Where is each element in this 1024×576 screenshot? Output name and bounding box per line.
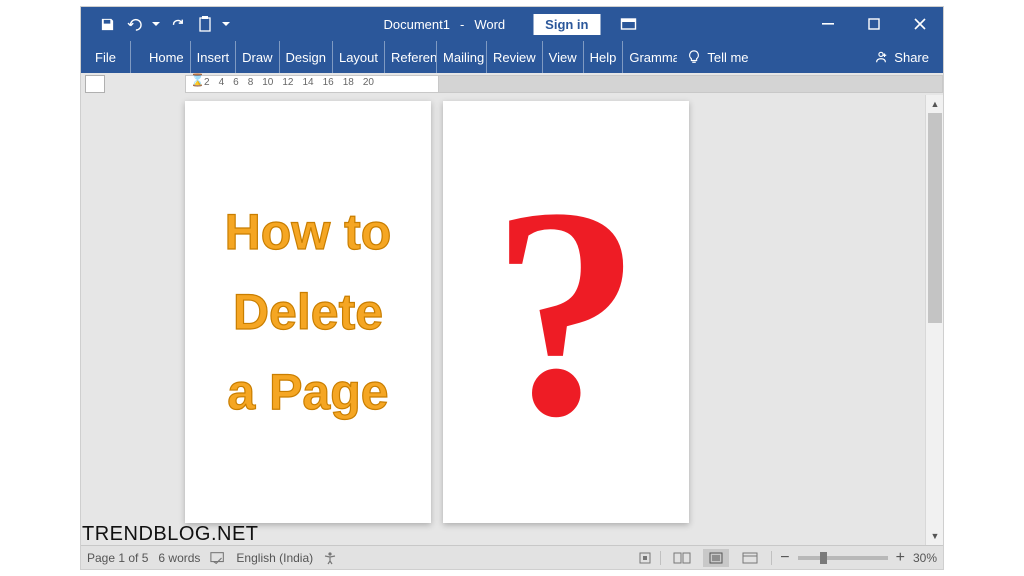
doc-name: Document1 [384, 17, 450, 32]
redo-button[interactable] [165, 12, 189, 36]
read-mode-button[interactable] [669, 549, 695, 567]
scroll-up-button[interactable]: ▲ [926, 95, 943, 113]
scroll-thumb[interactable] [928, 113, 942, 323]
close-button[interactable] [897, 7, 943, 41]
print-layout-button[interactable] [703, 549, 729, 567]
ruler-num: 10 [262, 77, 273, 88]
separator [771, 551, 772, 565]
undo-dropdown[interactable] [151, 12, 161, 36]
ruler-num: 14 [303, 77, 314, 88]
weblayout-icon [742, 552, 758, 564]
macro-icon [638, 551, 652, 565]
ruler-inactive [439, 75, 943, 93]
scroll-down-button[interactable]: ▼ [926, 527, 943, 545]
question-mark-icon: ? [491, 177, 641, 447]
printlayout-icon [708, 552, 724, 564]
ruler-num: 18 [343, 77, 354, 88]
page-line: a Page [225, 352, 392, 432]
tab-review[interactable]: Review [487, 41, 543, 73]
horizontal-ruler[interactable]: ⌛ 2 4 6 8 10 12 14 16 18 20 [185, 75, 439, 93]
ruler-num: 20 [363, 77, 374, 88]
quick-access-toolbar [81, 12, 231, 36]
ruler-num: 2 [204, 77, 210, 88]
zoom-slider[interactable] [798, 556, 888, 560]
page-number-indicator[interactable]: Page 1 of 5 [87, 551, 148, 565]
page-line: Delete [225, 272, 392, 352]
tell-me-search[interactable]: Tell me [677, 41, 758, 73]
page-spread: How to Delete a Page ? [185, 101, 689, 523]
zoom-in-button[interactable]: + [896, 549, 905, 567]
ribbon-tabs: File Home Insert Draw Design Layout Refe… [81, 41, 943, 73]
spellcheck-icon [210, 551, 226, 565]
undo-button[interactable] [123, 12, 147, 36]
page-line: How to [225, 192, 392, 272]
word-window: Document1 - Word Sign in File Home Inser… [80, 6, 944, 570]
zoom-slider-handle[interactable] [820, 552, 827, 564]
ruler-num: 8 [248, 77, 254, 88]
web-layout-button[interactable] [737, 549, 763, 567]
page-1-text: How to Delete a Page [225, 192, 392, 432]
window-title: Document1 - Word Sign in [384, 12, 641, 36]
page-2[interactable]: ? [443, 101, 689, 523]
qat-customize-dropdown[interactable] [221, 12, 231, 36]
word-count-indicator[interactable]: 6 words [158, 551, 200, 565]
ruler-numbers: 2 4 6 8 10 12 14 16 18 20 [204, 77, 374, 88]
minimize-button[interactable] [805, 7, 851, 41]
tell-me-label: Tell me [707, 50, 748, 65]
sign-in-button[interactable]: Sign in [533, 14, 600, 35]
ruler-num: 4 [219, 77, 225, 88]
window-controls [805, 7, 943, 41]
tab-view[interactable]: View [543, 41, 584, 73]
status-right: − + 30% [638, 549, 937, 567]
tab-home[interactable]: Home [143, 41, 191, 73]
paste-button[interactable] [193, 12, 217, 36]
watermark-text: TRENDBLOG.NET [82, 523, 259, 546]
status-bar: Page 1 of 5 6 words English (India) − [81, 545, 943, 569]
ruler-num: 12 [282, 77, 293, 88]
zoom-level-indicator[interactable]: 30% [913, 551, 937, 565]
accessibility-icon [323, 551, 337, 565]
share-icon [874, 50, 888, 64]
app-name: Word [474, 17, 505, 32]
vertical-scrollbar[interactable]: ▲ ▼ [925, 95, 943, 545]
tab-insert[interactable]: Insert [191, 41, 237, 73]
accessibility-button[interactable] [323, 551, 337, 565]
tab-file[interactable]: File [81, 41, 131, 73]
title-bar: Document1 - Word Sign in [81, 7, 943, 41]
tab-grammarly[interactable]: Gramma [623, 41, 677, 73]
tab-design[interactable]: Design [280, 41, 333, 73]
spellcheck-button[interactable] [210, 551, 226, 565]
page-1[interactable]: How to Delete a Page [185, 101, 431, 523]
save-button[interactable] [95, 12, 119, 36]
tab-mailings[interactable]: Mailing [437, 41, 487, 73]
zoom-out-button[interactable]: − [780, 549, 789, 567]
share-label: Share [894, 50, 929, 65]
readmode-icon [673, 552, 691, 564]
macro-indicator[interactable] [638, 551, 652, 565]
tab-references[interactable]: Referen [385, 41, 437, 73]
share-button[interactable]: Share [860, 41, 943, 73]
document-area[interactable]: How to Delete a Page ? ▲ ▼ [81, 95, 943, 545]
lightbulb-icon [687, 50, 701, 64]
ribbon-display-options[interactable] [617, 12, 641, 36]
tab-draw[interactable]: Draw [236, 41, 279, 73]
tab-layout[interactable]: Layout [333, 41, 385, 73]
ruler-num: 16 [323, 77, 334, 88]
tab-help[interactable]: Help [584, 41, 624, 73]
tab-selector-button[interactable] [85, 75, 105, 93]
maximize-button[interactable] [851, 7, 897, 41]
title-separator: - [460, 17, 464, 32]
language-indicator[interactable]: English (India) [236, 551, 313, 565]
ruler-num: 6 [233, 77, 239, 88]
separator [660, 551, 661, 565]
indent-marker-icon[interactable]: ⌛ [190, 73, 205, 87]
ruler-area: ⌛ 2 4 6 8 10 12 14 16 18 20 [81, 73, 943, 95]
